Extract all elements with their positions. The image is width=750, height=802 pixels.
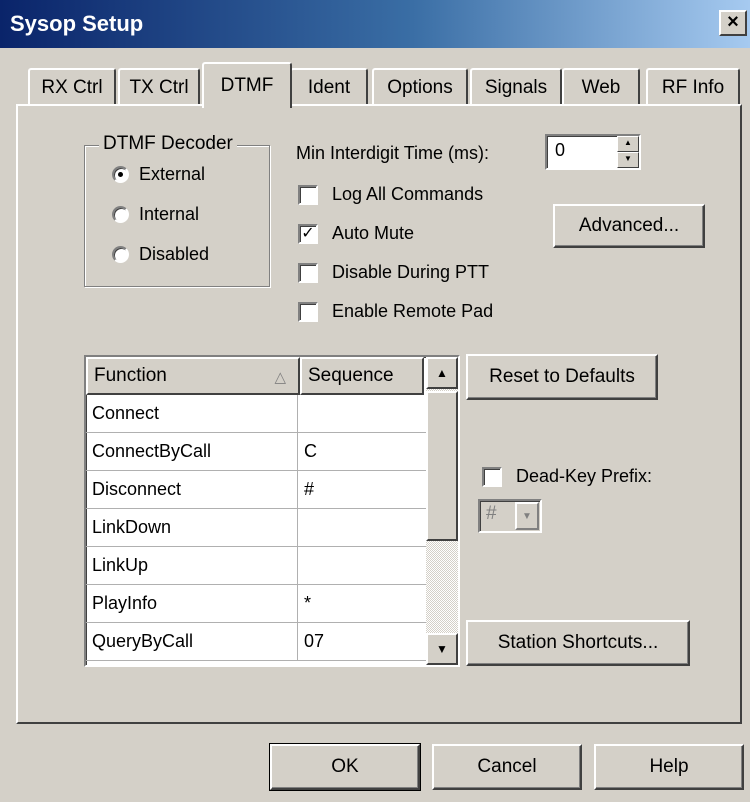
checkbox-label: Disable During PTT bbox=[332, 262, 490, 282]
cancel-button[interactable]: Cancel bbox=[432, 744, 582, 790]
radio-button-icon bbox=[112, 166, 129, 183]
column-header-label: Function bbox=[94, 365, 167, 386]
function-cell: ConnectByCall bbox=[86, 433, 298, 470]
spin-down-icon[interactable]: ▼ bbox=[617, 152, 639, 168]
checkbox-label: Enable Remote Pad bbox=[332, 301, 494, 321]
checkbox-icon bbox=[298, 184, 318, 205]
table-row[interactable]: QueryByCall 07 bbox=[86, 623, 458, 661]
sequence-cell bbox=[298, 395, 422, 432]
sequence-cell: * bbox=[304, 593, 312, 613]
tab-ident[interactable]: Ident bbox=[290, 68, 368, 106]
sequence-cell: 07 bbox=[304, 631, 325, 651]
sequence-cell bbox=[298, 509, 422, 546]
close-button[interactable]: × bbox=[719, 10, 747, 36]
radio-button-icon bbox=[112, 246, 129, 263]
cancel-button-label: Cancel bbox=[477, 756, 537, 777]
advanced-button-label: Advanced... bbox=[578, 215, 680, 236]
dtmf-function-table[interactable]: Function △ Sequence Connect ConnectByCal… bbox=[84, 355, 460, 667]
radio-label: Internal bbox=[139, 204, 200, 224]
dead-key-value: # bbox=[486, 503, 497, 524]
tab-signals[interactable]: Signals bbox=[470, 68, 562, 106]
function-cell: LinkUp bbox=[86, 547, 298, 584]
sort-ascending-icon: △ bbox=[274, 369, 286, 386]
function-cell: QueryByCall bbox=[86, 623, 298, 660]
ok-button-label: OK bbox=[331, 756, 359, 777]
checkbox-icon bbox=[298, 262, 318, 283]
dtmf-decoder-title: DTMF Decoder bbox=[99, 133, 237, 155]
tab-label: TX Ctrl bbox=[129, 77, 189, 98]
interdigit-value: 0 bbox=[555, 140, 566, 160]
interdigit-spinner[interactable]: 0 ▲ ▼ bbox=[545, 134, 641, 170]
table-row[interactable]: Disconnect # bbox=[86, 471, 458, 509]
tab-rx-ctrl[interactable]: RX Ctrl bbox=[28, 68, 116, 106]
sequence-cell: C bbox=[304, 441, 317, 461]
chevron-down-icon[interactable]: ▼ bbox=[515, 502, 539, 530]
station-shortcuts-label: Station Shortcuts... bbox=[497, 632, 659, 653]
scroll-down-icon[interactable]: ▼ bbox=[426, 633, 458, 665]
column-header-sequence[interactable]: Sequence bbox=[300, 357, 424, 395]
checkbox-disable-during-ptt[interactable]: Disable During PTT bbox=[298, 262, 489, 283]
checkbox-icon bbox=[482, 466, 502, 487]
checkbox-log-all-commands[interactable]: Log All Commands bbox=[298, 184, 483, 205]
tab-label: Ident bbox=[307, 77, 351, 98]
radio-disabled[interactable]: Disabled bbox=[112, 244, 209, 265]
window-title: Sysop Setup bbox=[10, 11, 144, 36]
tab-label: Web bbox=[581, 77, 621, 98]
spin-up-icon[interactable]: ▲ bbox=[617, 136, 639, 152]
checkmark-icon: ✓ bbox=[298, 223, 318, 244]
function-cell: LinkDown bbox=[86, 509, 298, 546]
advanced-button[interactable]: Advanced... bbox=[553, 204, 705, 248]
reset-button-label: Reset to Defaults bbox=[489, 366, 635, 387]
function-cell: Disconnect bbox=[86, 471, 298, 508]
close-icon: × bbox=[727, 11, 739, 33]
table-scrollbar[interactable]: ▲ ▼ bbox=[426, 357, 458, 665]
title-bar: Sysop Setup bbox=[0, 0, 750, 48]
radio-external[interactable]: External bbox=[112, 164, 205, 185]
checkbox-label: Log All Commands bbox=[332, 184, 484, 204]
function-cell: PlayInfo bbox=[86, 585, 298, 622]
sequence-cell: # bbox=[304, 479, 315, 499]
interdigit-label: Min Interdigit Time (ms): bbox=[296, 143, 490, 163]
checkbox-label: Dead-Key Prefix: bbox=[516, 466, 653, 486]
tab-label: Signals bbox=[484, 77, 548, 98]
table-row[interactable]: ConnectByCall C bbox=[86, 433, 458, 471]
tab-options[interactable]: Options bbox=[372, 68, 468, 106]
scroll-thumb[interactable] bbox=[426, 391, 458, 541]
radio-button-icon bbox=[112, 206, 129, 223]
checkbox-icon bbox=[298, 301, 318, 322]
tab-tx-ctrl[interactable]: TX Ctrl bbox=[118, 68, 200, 106]
tab-label: RX Ctrl bbox=[41, 77, 103, 98]
tab-web[interactable]: Web bbox=[562, 68, 640, 106]
scroll-up-icon[interactable]: ▲ bbox=[426, 357, 458, 389]
tab-label: Options bbox=[387, 77, 453, 98]
tab-dtmf[interactable]: DTMF bbox=[202, 62, 292, 108]
checkbox-dead-key-prefix[interactable]: Dead-Key Prefix: bbox=[482, 466, 652, 487]
tab-label: DTMF bbox=[220, 75, 274, 96]
table-header: Function △ Sequence bbox=[86, 357, 458, 395]
reset-to-defaults-button[interactable]: Reset to Defaults bbox=[466, 354, 658, 400]
table-row[interactable]: PlayInfo * bbox=[86, 585, 458, 623]
radio-label: Disabled bbox=[139, 244, 210, 264]
radio-label: External bbox=[139, 164, 206, 184]
tab-label: RF Info bbox=[661, 77, 725, 98]
tab-rf-info[interactable]: RF Info bbox=[646, 68, 740, 106]
station-shortcuts-button[interactable]: Station Shortcuts... bbox=[466, 620, 690, 666]
checkbox-label: Auto Mute bbox=[332, 223, 415, 243]
table-row[interactable]: LinkUp bbox=[86, 547, 458, 585]
column-header-function[interactable]: Function △ bbox=[86, 357, 300, 395]
help-button[interactable]: Help bbox=[594, 744, 744, 790]
ok-button[interactable]: OK bbox=[269, 743, 421, 791]
sequence-cell bbox=[298, 547, 422, 584]
checkbox-enable-remote-pad[interactable]: Enable Remote Pad bbox=[298, 301, 493, 322]
function-cell: Connect bbox=[86, 395, 298, 432]
help-button-label: Help bbox=[649, 756, 689, 777]
column-header-label: Sequence bbox=[308, 365, 394, 386]
checkbox-auto-mute[interactable]: ✓ Auto Mute bbox=[298, 223, 414, 244]
dead-key-prefix-select[interactable]: # ▼ bbox=[478, 499, 542, 533]
radio-internal[interactable]: Internal bbox=[112, 204, 199, 225]
table-row[interactable]: Connect bbox=[86, 395, 458, 433]
table-row[interactable]: LinkDown bbox=[86, 509, 458, 547]
